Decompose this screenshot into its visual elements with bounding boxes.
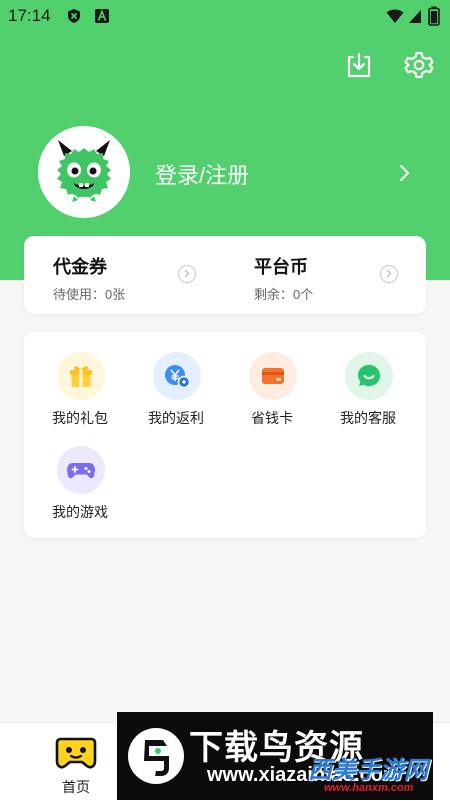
service-my-rebate[interactable]: 我的返利 bbox=[126, 334, 226, 426]
chat-icon bbox=[345, 352, 393, 400]
chevron-right-icon bbox=[380, 265, 398, 283]
services-card: 我的礼包 我的返利 省钱卡 我的客服 我的游戏 bbox=[24, 332, 426, 538]
gamepad-icon bbox=[57, 446, 105, 494]
chevron-right-icon bbox=[178, 265, 196, 283]
service-my-games[interactable]: 我的游戏 bbox=[30, 428, 130, 520]
tab-home[interactable]: 首页 bbox=[46, 729, 106, 799]
platform-coin-title: 平台币 bbox=[254, 257, 308, 277]
watermark-site2: 西美手游网 www.hanxm.com bbox=[300, 750, 450, 800]
download-icon[interactable] bbox=[344, 50, 374, 80]
service-label: 省钱卡 bbox=[251, 410, 293, 426]
card-icon bbox=[249, 352, 297, 400]
service-my-gifts[interactable]: 我的礼包 bbox=[30, 334, 130, 426]
service-customer-service[interactable]: 我的客服 bbox=[318, 334, 418, 426]
tab-home-label: 首页 bbox=[62, 779, 90, 795]
watermark-site2-url: www.hanxm.com bbox=[324, 782, 414, 794]
platform-coin-count: 剩余：0个 bbox=[254, 287, 314, 302]
wifi-icon bbox=[386, 8, 404, 28]
voucher-item[interactable]: 代金券 待使用：0张 bbox=[24, 236, 224, 314]
service-label: 我的返利 bbox=[148, 410, 204, 426]
monster-avatar-icon bbox=[57, 140, 111, 202]
gift-icon bbox=[57, 352, 105, 400]
status-time: 17:14 bbox=[8, 6, 51, 25]
chevron-right-icon[interactable] bbox=[398, 163, 412, 187]
service-label: 我的客服 bbox=[340, 410, 396, 426]
watermark-site2-title: 西美手游网 bbox=[308, 757, 428, 784]
voucher-count: 待使用：0张 bbox=[53, 287, 126, 302]
login-register-link[interactable]: 登录/注册 bbox=[155, 158, 249, 190]
rebate-yen-icon bbox=[153, 352, 201, 400]
a-badge-icon bbox=[94, 8, 110, 28]
service-saving-card[interactable]: 省钱卡 bbox=[222, 334, 322, 426]
platform-coin-item[interactable]: 平台币 剩余：0个 bbox=[226, 236, 426, 314]
battery-icon bbox=[428, 6, 440, 30]
voucher-title: 代金券 bbox=[53, 257, 107, 277]
service-label: 我的游戏 bbox=[52, 504, 108, 520]
avatar[interactable] bbox=[38, 126, 130, 218]
status-bar: 17:14 bbox=[0, 0, 450, 32]
shield-x-icon bbox=[66, 8, 82, 28]
service-label: 我的礼包 bbox=[52, 410, 108, 426]
cellular-icon bbox=[408, 8, 422, 28]
home-gamepad-icon bbox=[55, 735, 97, 777]
settings-icon[interactable] bbox=[404, 50, 434, 80]
bird-logo-icon bbox=[127, 726, 185, 790]
wallet-card: 代金券 待使用：0张 平台币 剩余：0个 bbox=[24, 236, 426, 314]
